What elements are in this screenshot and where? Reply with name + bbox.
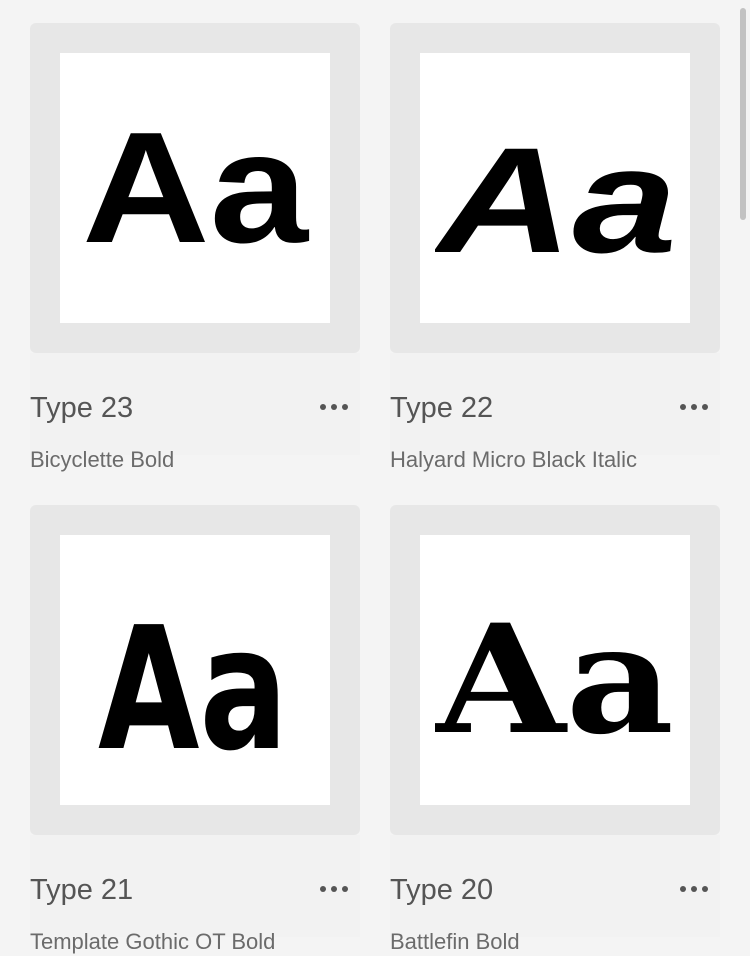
font-card-subtitle: Template Gothic OT Bold <box>30 929 276 954</box>
font-sample-svg: Aa <box>98 591 288 770</box>
font-sample-text: Aa <box>435 116 675 284</box>
font-card[interactable]: Aa Type 20 Battlefin Bold <box>390 505 720 954</box>
vertical-scrollbar[interactable] <box>740 8 746 220</box>
font-sample-svg: Aa <box>435 116 675 284</box>
font-card-subtitle: Battlefin Bold <box>390 929 520 954</box>
font-sample-svg: Aa <box>82 100 309 276</box>
font-card-info: Type 20 Battlefin Bold <box>390 835 720 954</box>
font-card-info: Type 22 Halyard Micro Black Italic <box>390 353 720 472</box>
more-horizontal-icon <box>320 886 348 892</box>
more-horizontal-icon <box>680 404 708 410</box>
font-card-title: Type 21 <box>30 874 134 906</box>
more-horizontal-icon <box>680 886 708 892</box>
font-preview-frame: Aa <box>390 505 720 835</box>
font-sample-text: Aa <box>82 100 309 276</box>
font-preview[interactable]: Aa <box>60 535 330 805</box>
font-card-title: Type 23 <box>30 392 134 424</box>
font-sample-text: Aa <box>435 592 674 768</box>
font-sample-text: Aa <box>98 591 288 770</box>
font-sample-svg: Aa <box>435 592 674 768</box>
font-card-title: Type 20 <box>390 874 494 906</box>
font-preview-frame: Aa <box>390 23 720 353</box>
more-options-button[interactable] <box>318 875 350 903</box>
font-card-subtitle: Halyard Micro Black Italic <box>390 447 637 472</box>
font-preview-frame: Aa <box>30 505 360 835</box>
font-card-info: Type 21 Template Gothic OT Bold <box>30 835 360 954</box>
font-preview[interactable]: Aa <box>60 53 330 323</box>
more-options-button[interactable] <box>678 875 710 903</box>
more-horizontal-icon <box>320 404 348 410</box>
font-preview[interactable]: Aa <box>420 535 690 805</box>
font-gallery-page: Aa Type 23 Bicyclette Bold Aa Type 22 Ha… <box>0 0 750 956</box>
font-preview-frame: Aa <box>30 23 360 353</box>
font-card-info: Type 23 Bicyclette Bold <box>30 353 360 472</box>
font-card[interactable]: Aa Type 21 Template Gothic OT Bold <box>30 505 360 954</box>
font-card-title: Type 22 <box>390 392 494 424</box>
font-card[interactable]: Aa Type 22 Halyard Micro Black Italic <box>390 23 720 472</box>
font-card[interactable]: Aa Type 23 Bicyclette Bold <box>30 23 360 472</box>
font-card-subtitle: Bicyclette Bold <box>30 447 175 472</box>
font-grid: Aa Type 23 Bicyclette Bold Aa Type 22 Ha… <box>30 23 720 954</box>
more-options-button[interactable] <box>318 393 350 421</box>
more-options-button[interactable] <box>678 393 710 421</box>
font-preview[interactable]: Aa <box>420 53 690 323</box>
